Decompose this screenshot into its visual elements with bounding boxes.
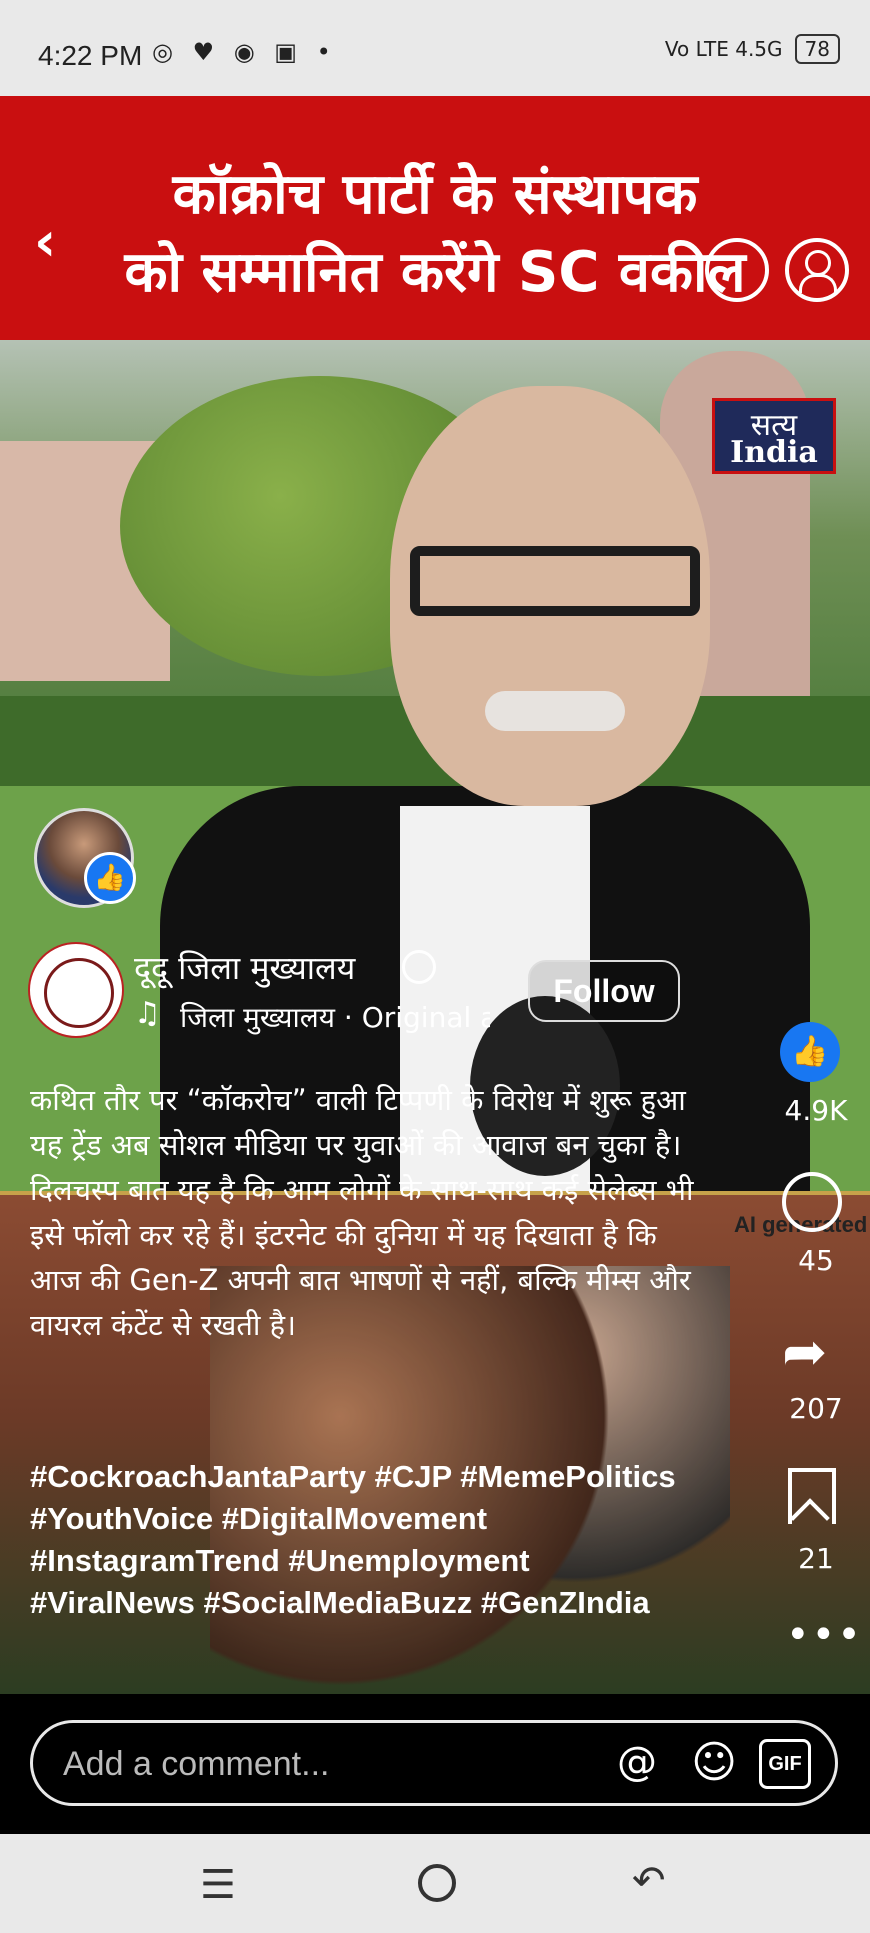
back-icon[interactable]: ↶ [632,1858,666,1904]
title-banner: कॉक्रोच पार्टी के संस्थापक को सम्मानित क… [0,96,870,340]
channel-watermark: सत्य India [712,398,836,474]
follow-button[interactable]: Follow [528,960,680,1022]
watermark-bottom: India [730,435,818,470]
comment-placeholder: Add a comment... [63,1745,330,1783]
status-bar: 4:22 PM ◎ ♥ ◉ ▣ • Vo LTE 4.5G 78 [0,0,870,96]
save-count: 21 [798,1542,834,1575]
post-caption[interactable]: कथित तौर पर “कॉकरोच” वाली टिप्पणी के विर… [30,1078,700,1348]
mention-icon[interactable]: @ [617,1739,657,1785]
gif-icon[interactable]: GIF [759,1739,811,1789]
title-line-1: कॉक्रोच पार्टी के संस्थापक [172,162,698,227]
comment-input[interactable]: Add a comment... @ ☺ GIF [30,1720,838,1806]
share-icon[interactable]: ➦ [782,1320,827,1383]
save-icon[interactable] [788,1468,836,1524]
status-time: 4:22 PM [38,40,143,71]
emoji-icon[interactable]: ☺ [691,1737,737,1788]
battery-icon: 78 [794,34,840,64]
comment-icon[interactable] [782,1172,842,1232]
globe-icon [402,950,436,984]
post-hashtags[interactable]: #CockroachJantaParty #CJP #MemePolitics … [30,1456,680,1624]
menu-icon[interactable]: ☰ [200,1862,236,1908]
comment-count: 45 [798,1244,834,1277]
notification-icons: ◎ ♥ ◉ ▣ • [152,38,337,66]
like-badge-icon: 👍 [84,852,136,904]
share-count: 207 [789,1392,843,1425]
system-nav-bar: ☰ ↶ [0,1834,870,1933]
music-note-icon: ♫ [134,996,161,1031]
back-chevron-icon[interactable]: ‹ [34,210,56,273]
page-name[interactable]: दूदू जिला मुख्यालय [134,946,355,989]
speaker-mustache [485,691,625,731]
status-right: Vo LTE 4.5G 78 [665,34,840,64]
network-icon: Vo LTE 4.5G [664,37,783,61]
audio-title[interactable]: जिला मुख्यालय · Original au [180,998,490,1036]
camera-icon[interactable] [705,238,769,302]
more-icon[interactable]: ••• [786,1612,863,1658]
page-avatar[interactable] [30,944,122,1036]
profile-icon[interactable] [785,238,849,302]
home-icon[interactable] [418,1864,456,1902]
like-icon[interactable]: 👍 [780,1022,840,1082]
comment-bar: Add a comment... @ ☺ GIF [0,1694,870,1834]
like-count: 4.9K [784,1094,848,1127]
speaker-glasses [410,546,700,616]
